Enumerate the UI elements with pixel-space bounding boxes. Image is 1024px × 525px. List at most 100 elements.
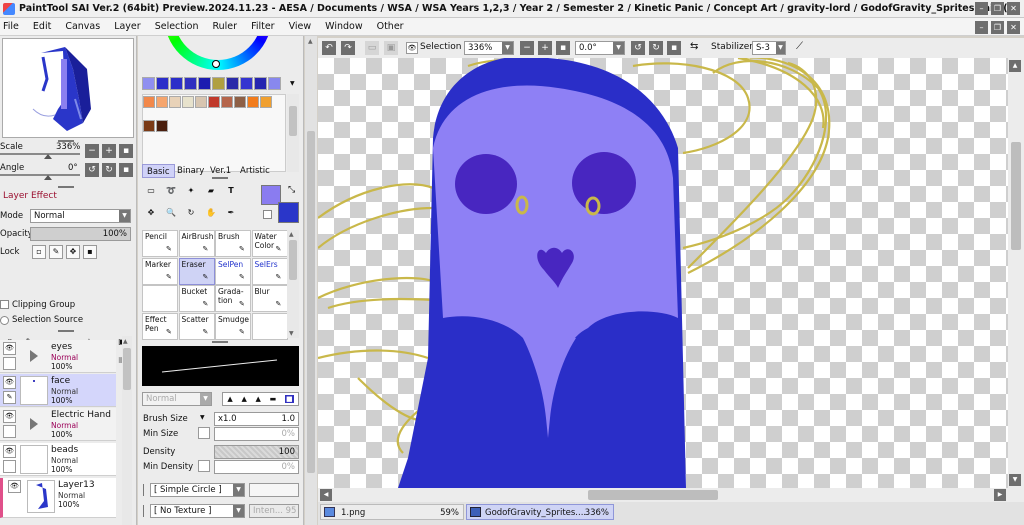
rotate-reset-button[interactable]: ▪ bbox=[667, 41, 681, 55]
zoom-in-button[interactable]: + bbox=[102, 144, 116, 158]
edge-hard-icon[interactable]: ▲ bbox=[227, 395, 232, 403]
doc-restore-button[interactable]: ❐ bbox=[991, 21, 1004, 34]
color-swatch[interactable] bbox=[198, 77, 211, 90]
tool-empty[interactable] bbox=[142, 285, 178, 312]
brush-texture-select[interactable]: [ No Texture ] ▼ bbox=[150, 504, 245, 518]
tool-smudge[interactable]: Smudge ✎ bbox=[215, 312, 251, 340]
doc-tab-godofgravity[interactable]: GodofGravity_Sprites.... 336% bbox=[466, 504, 614, 520]
eye-icon[interactable]: 👁 bbox=[3, 445, 16, 458]
menu-layer[interactable]: Layer bbox=[108, 21, 149, 32]
menu-window[interactable]: Window bbox=[319, 21, 370, 32]
zoom-out-button[interactable]: − bbox=[520, 41, 534, 55]
rotate-left-button[interactable]: ↺ bbox=[631, 41, 645, 55]
doc-close-button[interactable]: ✕ bbox=[1007, 21, 1020, 34]
zoom-in-button[interactable]: + bbox=[538, 41, 552, 55]
texture-intensity-slider[interactable]: Inten... 95 bbox=[249, 504, 299, 518]
redo-button[interactable]: ↷ bbox=[341, 41, 355, 55]
opacity-slider[interactable]: 100% bbox=[30, 227, 131, 241]
tool-scatter[interactable]: Scatter ✎ bbox=[178, 312, 215, 340]
color-swatch[interactable] bbox=[156, 77, 169, 90]
layer-row-face[interactable]: 👁 ✎ face Normal 100% bbox=[0, 374, 116, 407]
menu-other[interactable]: Other bbox=[371, 21, 412, 32]
zoom-select[interactable]: 336% ▼ bbox=[464, 41, 514, 55]
tool-empty[interactable] bbox=[251, 312, 288, 340]
selection-toggle-icon[interactable]: 👁 bbox=[406, 42, 418, 54]
deselect-button[interactable]: ▭ bbox=[365, 41, 379, 55]
color-swatch[interactable] bbox=[247, 96, 259, 108]
pen-icon[interactable]: ✎ bbox=[3, 391, 16, 404]
brush-shape-select[interactable]: [ Simple Circle ] ▼ bbox=[150, 483, 245, 497]
menu-edit[interactable]: Edit bbox=[27, 21, 59, 32]
menu-selection[interactable]: Selection bbox=[149, 21, 207, 32]
color-swatch[interactable] bbox=[208, 96, 220, 108]
menu-canvas[interactable]: Canvas bbox=[59, 21, 108, 32]
color-wheel-marker[interactable] bbox=[212, 60, 220, 68]
menu-view[interactable]: View bbox=[283, 21, 320, 32]
scroll-left-icon[interactable]: ◀ bbox=[320, 489, 332, 501]
color-swatch[interactable] bbox=[169, 96, 181, 108]
tool-blur[interactable]: Blur ✎ bbox=[251, 285, 288, 312]
layer-select-box[interactable] bbox=[3, 425, 16, 438]
edge-soft-icon[interactable]: ▲ bbox=[241, 395, 246, 403]
menu-ruler[interactable]: Ruler bbox=[206, 21, 245, 32]
scroll-right-icon[interactable]: ▶ bbox=[994, 489, 1006, 501]
eye-icon[interactable]: 👁 bbox=[3, 342, 16, 355]
scroll-down-icon[interactable]: ▼ bbox=[1009, 474, 1021, 486]
zoom-reset-button[interactable]: ▪ bbox=[556, 41, 570, 55]
pen-pressure-icon[interactable]: ⟋ bbox=[796, 41, 803, 52]
min-size-checkbox[interactable] bbox=[198, 427, 210, 439]
minimize-button[interactable]: – bbox=[975, 2, 988, 15]
layer-row-beads[interactable]: 👁 beads Normal 100% bbox=[0, 443, 116, 476]
canvas-vertical-scrollbar[interactable]: ▲ ▼ bbox=[1008, 58, 1024, 488]
brush-shape-intensity[interactable] bbox=[249, 483, 299, 497]
color-wheel[interactable] bbox=[164, 36, 272, 70]
folder-chevron-icon[interactable] bbox=[30, 350, 38, 362]
edge-flat-icon[interactable]: ▬ bbox=[270, 395, 277, 403]
palette-scroll-thumb[interactable] bbox=[289, 106, 297, 136]
lock-paint-icon[interactable]: ✎ bbox=[49, 245, 63, 259]
flip-horizontal-icon[interactable]: ⇆ bbox=[690, 41, 698, 52]
color-swatch[interactable] bbox=[143, 96, 155, 108]
layer-list-scroll-thumb[interactable] bbox=[123, 348, 131, 390]
eyedropper-icon[interactable]: ✒ bbox=[224, 207, 238, 221]
lock-transparency-icon[interactable]: ▫ bbox=[32, 245, 46, 259]
scroll-up-icon[interactable]: ▲ bbox=[123, 338, 128, 345]
eye-icon[interactable]: 👁 bbox=[8, 480, 21, 493]
panel-splitter[interactable] bbox=[58, 186, 74, 188]
layer-row-layer13[interactable]: 👁 Layer13 Normal 100% bbox=[0, 478, 116, 518]
brush-shape-checkbox[interactable] bbox=[143, 484, 146, 496]
color-swatch[interactable] bbox=[156, 120, 168, 132]
tool-grid-scroll-thumb[interactable] bbox=[289, 240, 297, 280]
rotate-right-button[interactable]: ↻ bbox=[649, 41, 663, 55]
angle-select[interactable]: 0.0° ▼ bbox=[575, 41, 625, 55]
rotate-tool-icon[interactable]: ↻ bbox=[184, 207, 198, 221]
color-swatch[interactable] bbox=[221, 96, 233, 108]
layer-select-box[interactable] bbox=[3, 460, 16, 473]
secondary-color-swatch[interactable] bbox=[278, 202, 299, 223]
invert-selection-button[interactable]: ▣ bbox=[384, 41, 398, 55]
tab-ver1[interactable]: Ver.1 bbox=[206, 164, 235, 178]
layer-effect-splitter[interactable] bbox=[58, 330, 74, 332]
density-slider[interactable]: 100 bbox=[214, 445, 299, 459]
tool-marker[interactable]: Marker ✎ bbox=[142, 257, 178, 285]
color-swatch[interactable] bbox=[260, 96, 272, 108]
color-swatch[interactable] bbox=[184, 77, 197, 90]
tool-airbrush[interactable]: AirBrush ✎ bbox=[178, 230, 215, 257]
swap-colors-icon[interactable]: ⤡ bbox=[288, 185, 295, 195]
color-swatch[interactable] bbox=[182, 96, 194, 108]
tool-panel-scroll-thumb[interactable] bbox=[307, 131, 315, 473]
clipping-group-checkbox[interactable] bbox=[0, 300, 9, 309]
scroll-down-icon[interactable]: ▼ bbox=[289, 330, 294, 337]
clipping-group-label[interactable]: Clipping Group bbox=[12, 300, 75, 310]
move-icon[interactable]: ✥ bbox=[144, 207, 158, 221]
undo-button[interactable]: ↶ bbox=[322, 41, 336, 55]
min-density-slider[interactable]: 0% bbox=[214, 460, 299, 474]
tool-grada-tion[interactable]: Grada-tion ✎ bbox=[215, 285, 251, 312]
brush-size-dropdown-icon[interactable]: ▼ bbox=[200, 414, 205, 421]
tool-brush[interactable]: Brush ✎ bbox=[215, 230, 251, 257]
tool-selers[interactable]: SelErs ✎ bbox=[251, 257, 288, 285]
tab-artistic[interactable]: Artistic bbox=[236, 164, 274, 178]
stamp-icon[interactable]: ▰ bbox=[204, 185, 218, 199]
tool-grid-scrollbar[interactable]: ▲ ▼ bbox=[287, 230, 299, 338]
menu-filter[interactable]: Filter bbox=[245, 21, 283, 32]
